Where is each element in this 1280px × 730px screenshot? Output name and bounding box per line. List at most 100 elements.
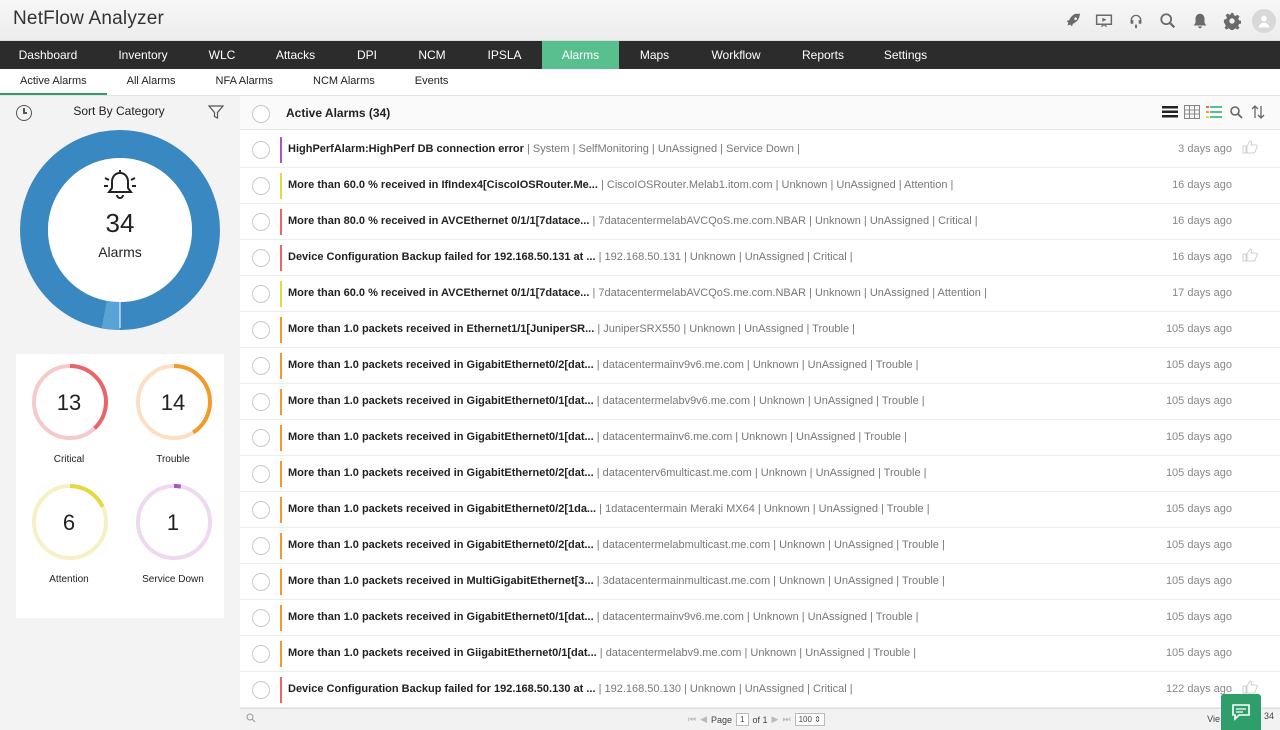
alarm-message[interactable]: More than 1.0 packets received in Gigabi… [288,467,1188,479]
search-icon[interactable] [1152,0,1184,41]
table-row[interactable]: More than 80.0 % received in AVCEthernet… [240,204,1280,240]
nav-item-alarms[interactable]: Alarms [542,41,619,69]
table-row[interactable]: More than 1.0 packets received in Gigabi… [240,384,1280,420]
rocket-icon[interactable] [1056,0,1088,41]
row-checkbox[interactable] [252,537,270,555]
gear-icon[interactable] [1216,0,1248,41]
row-checkbox[interactable] [252,249,270,267]
table-row[interactable]: More than 1.0 packets received in Ethern… [240,312,1280,348]
row-checkbox[interactable] [252,573,270,591]
nav-item-workflow[interactable]: Workflow [690,41,782,69]
page-label: Page [711,714,733,725]
alarm-message[interactable]: More than 1.0 packets received in Gigabi… [288,395,1188,407]
alarm-message[interactable]: More than 60.0 % received in AVCEthernet… [288,287,1188,299]
user-avatar-icon[interactable] [1252,8,1276,33]
table-row[interactable]: More than 1.0 packets received in Gigabi… [240,528,1280,564]
row-checkbox[interactable] [252,393,270,411]
table-row[interactable]: Device Configuration Backup failed for 1… [240,672,1280,708]
per-page-select[interactable]: 100 ⇕ [794,713,825,726]
alarm-message[interactable]: More than 1.0 packets received in Gigabi… [288,611,1188,623]
alarm-message[interactable]: More than 1.0 packets received in Ethern… [288,323,1188,335]
nav-item-ncm[interactable]: NCM [397,41,467,69]
nav-item-inventory[interactable]: Inventory [96,41,190,69]
row-checkbox[interactable] [252,609,270,627]
table-row[interactable]: More than 1.0 packets received in Gigabi… [240,348,1280,384]
alarm-message[interactable]: More than 1.0 packets received in MultiG… [288,575,1188,587]
table-row[interactable]: More than 1.0 packets received in Giigab… [240,636,1280,672]
sort-icon[interactable] [1250,104,1266,120]
row-checkbox[interactable] [252,429,270,447]
alarm-message[interactable]: More than 60.0 % received in IfIndex4[Ci… [288,179,1188,191]
pagination-footer: ⏮ ◀ Page 1 of 1 ▶ ⏭ 100 ⇕ Vie [240,708,1280,730]
thumbs-up-icon[interactable] [1242,140,1258,157]
chat-button[interactable] [1221,694,1261,730]
row-checkbox[interactable] [252,681,270,699]
alarm-message[interactable]: HighPerfAlarm:HighPerf DB connection err… [288,143,1188,155]
bell-icon[interactable] [1184,0,1216,41]
table-row[interactable]: HighPerfAlarm:HighPerf DB connection err… [240,132,1280,168]
alarm-total-label: Alarms [98,244,142,260]
alarm-message[interactable]: Device Configuration Backup failed for 1… [288,683,1188,695]
next-page-icon[interactable]: ▶ [772,714,779,725]
nav-item-ipsla[interactable]: IPSLA [467,41,542,69]
grid-view-icon[interactable] [1184,104,1200,120]
alarm-message[interactable]: More than 1.0 packets received in Gigabi… [288,503,1188,515]
severity-service-down[interactable]: 1 Service Down [123,474,223,594]
severity-attention[interactable]: 6 Attention [19,474,119,594]
first-page-icon[interactable]: ⏮ [688,714,696,725]
tab-ncm-alarms[interactable]: NCM Alarms [293,69,395,95]
severity-critical[interactable]: 13 Critical [19,354,119,474]
last-page-icon[interactable]: ⏭ [782,714,790,725]
alarm-message[interactable]: More than 1.0 packets received in Gigabi… [288,359,1188,371]
select-all-checkbox[interactable] [252,105,270,123]
alarm-title: HighPerfAlarm:HighPerf DB connection err… [288,143,524,155]
row-checkbox[interactable] [252,213,270,231]
nav-item-dpi[interactable]: DPI [337,41,397,69]
nav-item-settings[interactable]: Settings [864,41,947,69]
nav-item-attacks[interactable]: Attacks [254,41,337,69]
alarm-message[interactable]: Device Configuration Backup failed for 1… [288,251,1188,263]
row-checkbox[interactable] [252,285,270,303]
alarm-age: 16 days ago [1172,179,1232,191]
severity-trouble[interactable]: 14 Trouble [123,354,223,474]
row-checkbox[interactable] [252,501,270,519]
table-row[interactable]: Device Configuration Backup failed for 1… [240,240,1280,276]
row-checkbox[interactable] [252,177,270,195]
list-view-icon[interactable] [1162,104,1178,120]
list-search-icon[interactable] [1228,104,1244,120]
nav-item-wlc[interactable]: WLC [190,41,254,69]
row-checkbox[interactable] [252,141,270,159]
table-row[interactable]: More than 1.0 packets received in MultiG… [240,564,1280,600]
table-row[interactable]: More than 1.0 packets received in Gigabi… [240,492,1280,528]
row-checkbox[interactable] [252,645,270,663]
sort-by-category-label[interactable]: Sort By Category [0,104,238,118]
severity-view-icon[interactable] [1206,104,1222,120]
filter-icon[interactable] [207,104,225,123]
table-row[interactable]: More than 1.0 packets received in Gigabi… [240,600,1280,636]
table-row[interactable]: More than 1.0 packets received in Gigabi… [240,420,1280,456]
row-checkbox[interactable] [252,321,270,339]
alarm-message[interactable]: More than 80.0 % received in AVCEthernet… [288,215,1188,227]
tab-nfa-alarms[interactable]: NFA Alarms [196,69,293,95]
thumbs-up-icon[interactable] [1242,248,1258,265]
nav-item-reports[interactable]: Reports [782,41,864,69]
tab-events[interactable]: Events [395,69,469,95]
footer-search-icon[interactable] [246,713,256,725]
alarm-message[interactable]: More than 1.0 packets received in Giigab… [288,647,1188,659]
tab-active-alarms[interactable]: Active Alarms [0,69,107,95]
row-checkbox[interactable] [252,357,270,375]
table-row[interactable]: More than 60.0 % received in AVCEthernet… [240,276,1280,312]
tab-all-alarms[interactable]: All Alarms [107,69,196,95]
row-checkbox[interactable] [252,465,270,483]
nav-item-maps[interactable]: Maps [619,41,690,69]
table-row[interactable]: More than 1.0 packets received in Gigabi… [240,456,1280,492]
nav-item-dashboard[interactable]: Dashboard [0,41,96,69]
presentation-icon[interactable] [1088,0,1120,41]
table-row[interactable]: More than 60.0 % received in IfIndex4[Ci… [240,168,1280,204]
page-input[interactable]: 1 [736,713,749,726]
alarm-message[interactable]: More than 1.0 packets received in Gigabi… [288,431,1188,443]
alarms-donut-chart[interactable]: 34 Alarms [18,128,222,332]
alarm-message[interactable]: More than 1.0 packets received in Gigabi… [288,539,1188,551]
headset-icon[interactable] [1120,0,1152,41]
prev-page-icon[interactable]: ◀ [700,714,707,725]
